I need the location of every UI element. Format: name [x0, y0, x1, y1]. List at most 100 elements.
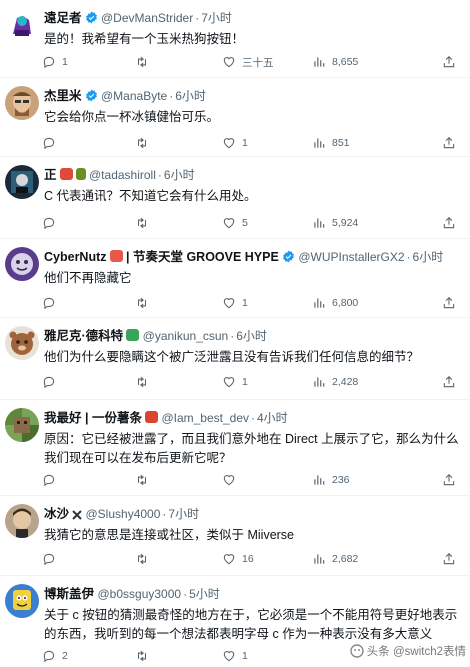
retweet-icon: [137, 297, 147, 309]
share-button[interactable]: [442, 134, 456, 152]
views-button[interactable]: 6,800: [312, 294, 358, 312]
timestamp[interactable]: 6小时: [413, 250, 444, 264]
user-handle[interactable]: @tadashiroll: [89, 168, 156, 182]
timestamp[interactable]: 7小时: [168, 507, 199, 521]
views-icon: [314, 218, 325, 228]
retweet-icon: [137, 56, 147, 68]
retweet-button[interactable]: [135, 53, 155, 71]
timestamp[interactable]: 6小时: [164, 168, 195, 182]
retweet-button[interactable]: [135, 214, 155, 232]
like-button[interactable]: 1: [222, 294, 248, 312]
reply-icon: [43, 56, 55, 69]
reply-button[interactable]: [42, 134, 62, 152]
reply-button[interactable]: [42, 373, 62, 391]
retweet-button[interactable]: [135, 134, 155, 152]
display-name-suffix[interactable]: | 节奏天堂 GROOVE HYPE: [126, 250, 279, 264]
retweet-button[interactable]: [135, 373, 155, 391]
timestamp[interactable]: 7小时: [201, 11, 232, 25]
like-button[interactable]: 16: [222, 550, 254, 568]
share-button[interactable]: [442, 53, 456, 71]
share-icon: [443, 56, 455, 68]
display-name[interactable]: 遠足者: [44, 11, 82, 25]
tweet-item[interactable]: 我最好 | 一份薯条 @Iam_best_dev · 4小时 原因：它已经被泄露了，…: [0, 400, 470, 496]
reply-button[interactable]: [42, 550, 62, 568]
user-handle[interactable]: @ManaByte: [101, 89, 167, 103]
views-button[interactable]: 2,682: [312, 550, 358, 568]
avatar[interactable]: [5, 165, 39, 199]
avatar[interactable]: [5, 86, 39, 120]
timestamp[interactable]: 6小时: [175, 89, 206, 103]
display-name[interactable]: 我最好 | 一份薯条: [44, 411, 142, 425]
tweet-item[interactable]: CyberNutz | 节奏天堂 GROOVE HYPE @WUPInstall…: [0, 239, 470, 318]
timestamp[interactable]: 5小时: [189, 587, 220, 601]
display-name[interactable]: CyberNutz: [44, 250, 107, 264]
separator-dot: ·: [251, 411, 255, 425]
reply-button[interactable]: 2: [42, 647, 68, 665]
tweet-header: 我最好 | 一份薯条 @Iam_best_dev · 4小时: [44, 409, 464, 427]
display-name[interactable]: 正: [44, 168, 57, 182]
user-handle[interactable]: @Iam_best_dev: [161, 411, 249, 425]
retweet-button[interactable]: [135, 550, 155, 568]
user-handle[interactable]: @DevManStrider: [101, 11, 193, 25]
share-button[interactable]: [442, 214, 456, 232]
avatar[interactable]: [5, 584, 39, 618]
tweet-item[interactable]: 遠足者 @DevManStrider · 7小时 是的！我希望有一个玉米热狗按钮！ …: [0, 0, 470, 78]
share-button[interactable]: [442, 550, 456, 568]
avatar[interactable]: [5, 8, 39, 42]
action-bar: 5 5,924: [40, 214, 460, 232]
user-handle[interactable]: @b0ssguy3000: [98, 587, 182, 601]
reply-button[interactable]: [42, 471, 62, 489]
watermelon-emoji-icon: [109, 250, 123, 262]
watermark-logo-icon: [350, 644, 364, 658]
share-button[interactable]: [442, 373, 456, 391]
display-name[interactable]: 冰沙: [44, 507, 69, 521]
like-button[interactable]: 1: [222, 373, 248, 391]
timestamp[interactable]: 4小时: [257, 411, 288, 425]
display-name[interactable]: 杰里米: [44, 89, 82, 103]
user-handle[interactable]: @yanikun_csun: [143, 329, 229, 343]
display-name[interactable]: 博斯盖伊: [44, 587, 94, 601]
retweet-button[interactable]: [135, 294, 155, 312]
reply-button[interactable]: [42, 214, 62, 232]
reply-button[interactable]: 1: [42, 53, 68, 71]
share-button[interactable]: [442, 471, 456, 489]
like-button[interactable]: 三十五: [222, 53, 274, 71]
retweet-button[interactable]: [135, 471, 155, 489]
reply-feed: 遠足者 @DevManStrider · 7小时 是的！我希望有一个玉米热狗按钮！ …: [0, 0, 470, 667]
avatar[interactable]: [5, 247, 39, 281]
like-button[interactable]: 1: [222, 134, 248, 152]
views-button[interactable]: 5,924: [312, 214, 358, 232]
views-button[interactable]: 2,428: [312, 373, 358, 391]
views-icon: [314, 475, 325, 485]
verified-badge-icon: [282, 250, 295, 266]
tweet-item[interactable]: 杰里米 @ManaByte · 6小时 它会给你点一杯冰镇健怡可乐。 1 851: [0, 78, 470, 157]
avatar[interactable]: [5, 326, 39, 360]
views-button[interactable]: 236: [312, 471, 350, 489]
retweet-button[interactable]: [135, 647, 155, 665]
view-count: 6,800: [332, 297, 359, 309]
timestamp[interactable]: 6小时: [236, 329, 267, 343]
view-count: 851: [332, 137, 350, 149]
tweet-item[interactable]: 冰沙 @Slushy4000 · 7小时 我猜它的意思是连接或社区，类似于 Miiv…: [0, 496, 470, 576]
avatar[interactable]: [5, 504, 39, 538]
user-handle[interactable]: @Slushy4000: [86, 507, 161, 521]
user-handle[interactable]: @WUPInstallerGX2: [298, 250, 404, 264]
like-button[interactable]: 5: [222, 214, 248, 232]
share-button[interactable]: [442, 294, 456, 312]
tweet-item[interactable]: 正 @tadashiroll · 6小时 C 代表通讯？不知道它会有什么用处。 5 …: [0, 157, 470, 239]
tweet-item[interactable]: 博斯盖伊 @b0ssguy3000 · 5小时 关于 c 按钮的猜测最奇怪的地方在于…: [0, 576, 470, 667]
retweet-icon: [137, 376, 147, 388]
tweet-item[interactable]: 雅尼克·德科特 @yanikun_csun · 6小时 他们为什么要隐瞒这个被广泛泄…: [0, 318, 470, 400]
like-button[interactable]: 1: [222, 647, 248, 665]
view-count: 236: [332, 474, 350, 486]
reply-button[interactable]: [42, 294, 62, 312]
like-icon: [223, 138, 235, 149]
views-button[interactable]: 851: [312, 134, 350, 152]
display-name[interactable]: 雅尼克·德科特: [44, 329, 123, 343]
avatar[interactable]: [5, 408, 39, 442]
like-button[interactable]: [222, 471, 242, 489]
fries-emoji-icon: [144, 411, 158, 423]
views-button[interactable]: 8,655: [312, 53, 358, 71]
views-icon: [314, 298, 325, 308]
tweet-header: 正 @tadashiroll · 6小时: [44, 166, 464, 184]
